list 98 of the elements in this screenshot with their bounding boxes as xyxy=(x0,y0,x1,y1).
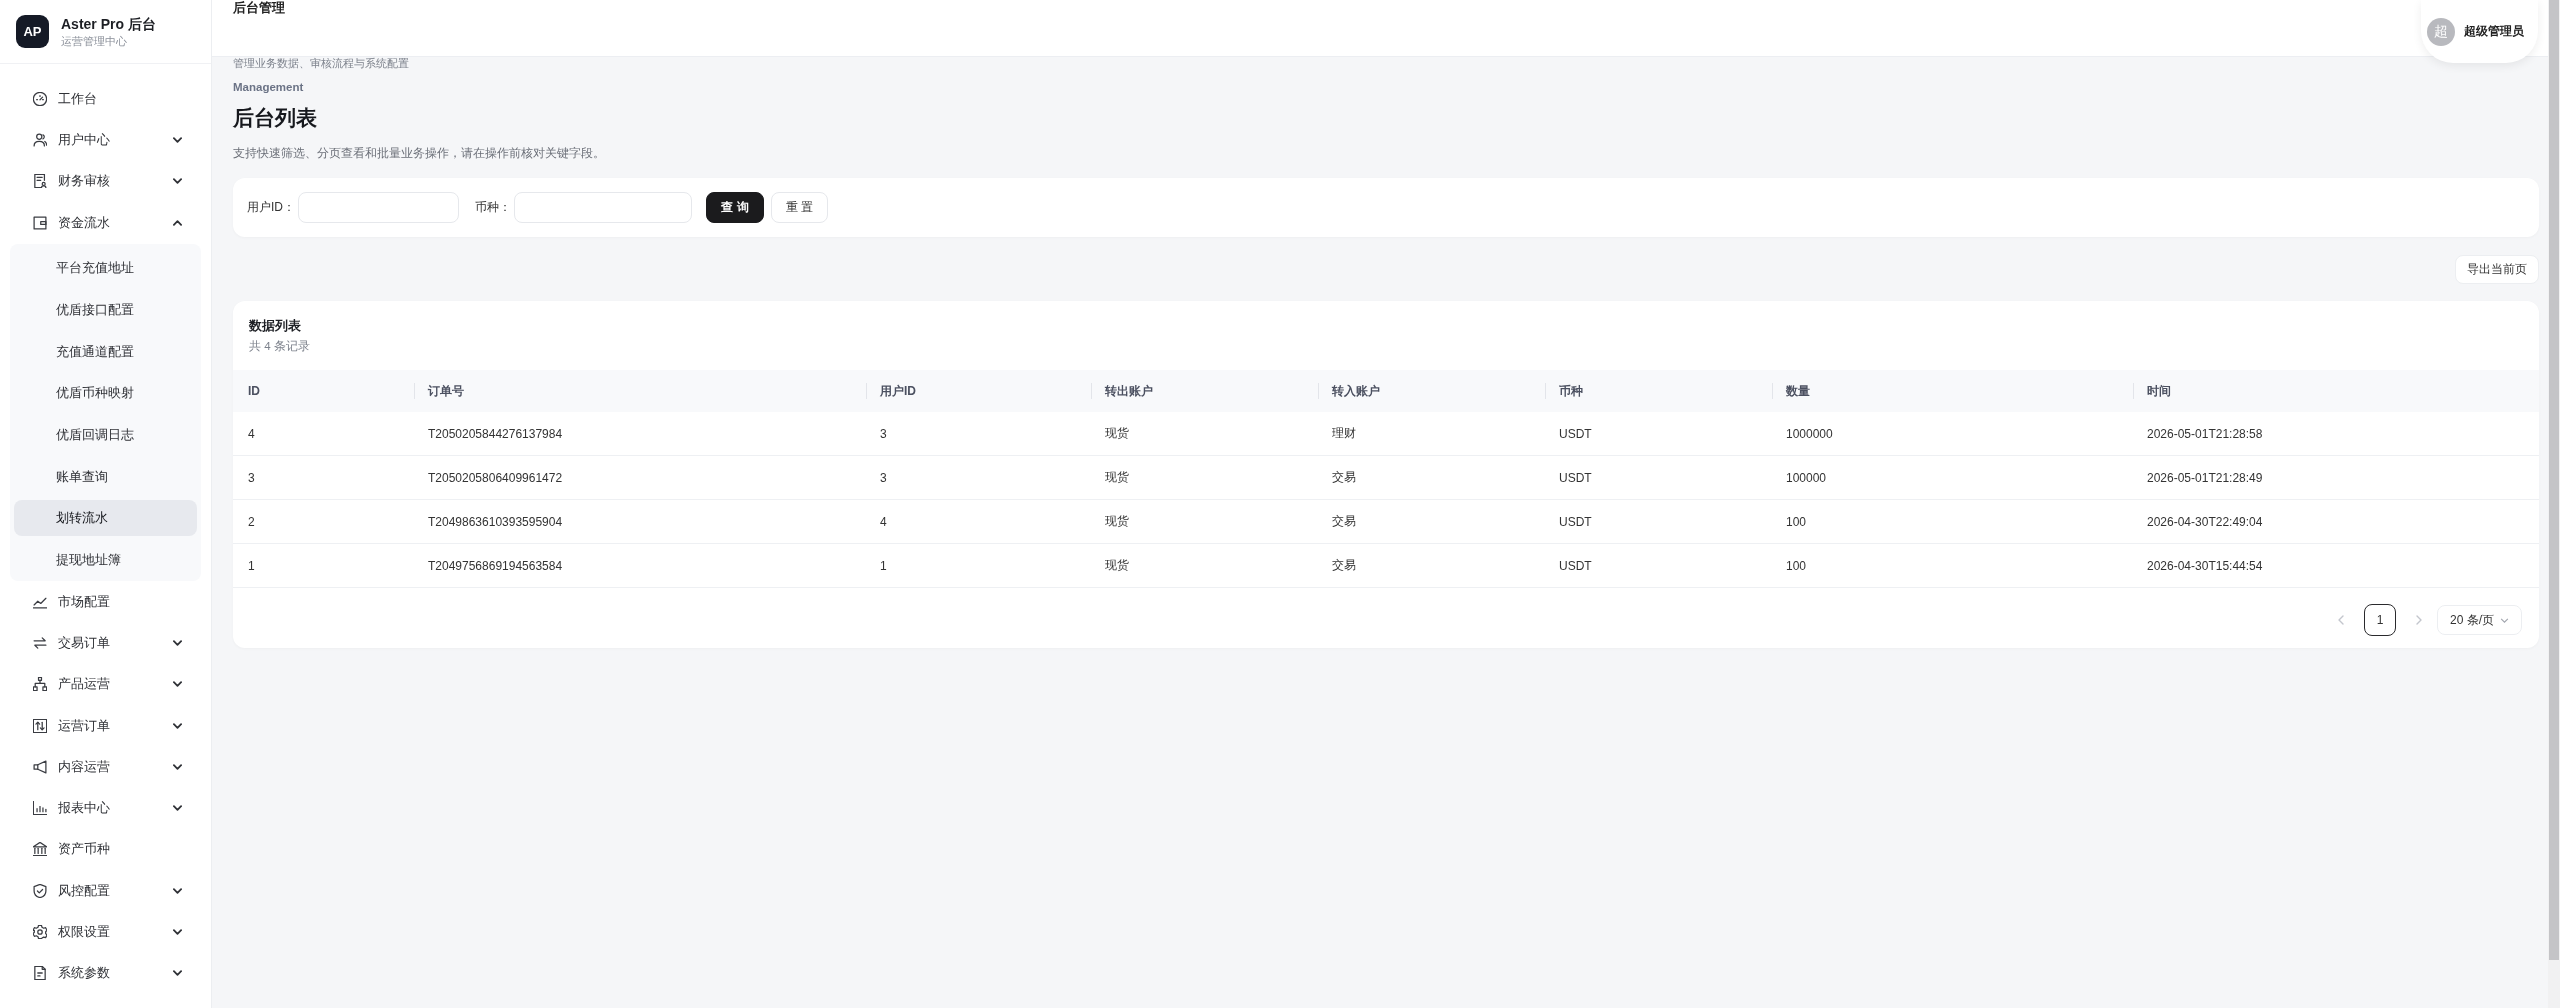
menu-item[interactable]: 权限设置 xyxy=(14,911,197,953)
table-cell: T2050205844276137984 xyxy=(428,426,563,441)
chevron-down-icon xyxy=(2500,617,2509,623)
column-header: ID xyxy=(247,383,261,400)
field-label: 币种： xyxy=(475,199,511,216)
table-cell: USDT xyxy=(1559,470,1592,485)
scrollbar-thumb[interactable] xyxy=(2549,0,2559,960)
table-cell: USDT xyxy=(1559,514,1592,529)
menu-item[interactable]: 系统参数 xyxy=(14,952,197,994)
search-button[interactable]: 查 询 xyxy=(706,192,764,223)
export-button[interactable]: 导出当前页 xyxy=(2455,255,2539,284)
gauge-icon xyxy=(33,91,47,106)
header-title: 后台管理 xyxy=(233,0,286,16)
menu-item[interactable]: 财务审核 xyxy=(14,160,197,202)
table-cell: T2049863610393595904 xyxy=(428,514,563,529)
submenu-item[interactable]: 充值通道配置 xyxy=(14,333,197,370)
table-cell: 3 xyxy=(880,426,887,441)
wallet-icon xyxy=(33,215,47,230)
table-cell: 3 xyxy=(248,470,255,485)
table-cell: 理财 xyxy=(1332,426,1356,440)
column-header: 时间 xyxy=(2133,370,2539,412)
menu-item[interactable]: 风控配置 xyxy=(14,870,197,912)
table-title: 数据列表 xyxy=(249,318,302,334)
column-header: 币种 xyxy=(1545,370,1772,412)
page-size-select[interactable]: 20 条/页 xyxy=(2437,605,2522,635)
input-field[interactable] xyxy=(298,192,459,223)
reset-button[interactable]: 重 置 xyxy=(771,192,828,223)
submenu-item[interactable]: 平台充值地址 xyxy=(14,250,197,287)
field-label: 用户ID： xyxy=(247,199,295,216)
table-cell: 现货 xyxy=(1105,558,1129,572)
table-cell: 2026-05-01T21:28:49 xyxy=(2147,470,2263,485)
table-cell: T2049756869194563584 xyxy=(428,558,563,573)
table-cell: 1 xyxy=(880,558,887,573)
megaphone-icon xyxy=(33,759,47,774)
submenu-item[interactable]: 优盾币种映射 xyxy=(14,375,197,412)
submenu-item[interactable]: 优盾接口配置 xyxy=(14,291,197,328)
table-cell: 100 xyxy=(1786,558,1807,573)
user-icon xyxy=(33,132,47,147)
submenu-item[interactable]: 账单查询 xyxy=(14,458,197,495)
table-cell: USDT xyxy=(1559,426,1592,441)
table-cell: 2026-05-01T21:28:58 xyxy=(2147,426,2263,441)
brand-title: Aster Pro 后台 xyxy=(61,14,156,33)
table-cell: 现货 xyxy=(1105,426,1129,440)
menu-item[interactable]: 产品运营 xyxy=(14,663,197,705)
logo-tile: AP xyxy=(16,15,49,48)
bank-icon xyxy=(33,842,47,857)
settings-icon xyxy=(33,925,47,939)
menu-item[interactable]: 工作台 xyxy=(14,78,197,120)
table-cell: T2050205806409961472 xyxy=(428,470,563,485)
input-field[interactable] xyxy=(514,192,692,223)
menu-item[interactable]: 内容运营 xyxy=(14,746,197,788)
menu-item[interactable]: 市场配置 xyxy=(14,581,197,623)
table-cell: 4 xyxy=(248,426,255,441)
column-header: 数量 xyxy=(1772,370,2133,412)
column-header: 转出账户 xyxy=(1091,370,1318,412)
menu-item[interactable]: 资金流水 xyxy=(14,201,197,244)
submenu-item[interactable]: 优盾回调日志 xyxy=(14,416,197,453)
page-title: 后台列表 xyxy=(233,105,318,131)
up-down-arrows-icon xyxy=(33,718,47,733)
table-cell: 交易 xyxy=(1332,558,1356,572)
table-cell: 2026-04-30T15:44:54 xyxy=(2147,558,2263,573)
menu-item[interactable]: 运营订单 xyxy=(14,704,197,747)
user-menu[interactable]: 超 超级管理员 xyxy=(2421,0,2538,63)
brand-subtitle: 运营管理中心 xyxy=(61,33,128,49)
page-subtitle: 管理业务数据、审核流程与系统配置 xyxy=(233,57,410,69)
table-cell: 交易 xyxy=(1332,470,1356,484)
table-cell: 交易 xyxy=(1332,514,1356,528)
column-header: 转入账户 xyxy=(1318,370,1545,412)
column-header: 用户ID xyxy=(866,370,1091,412)
table-cell: 100000 xyxy=(1786,470,1827,485)
menu-item[interactable]: 报表中心 xyxy=(14,787,197,829)
document-icon xyxy=(33,174,47,189)
user-avatar: 超 xyxy=(2427,17,2455,46)
section-eyebrow: Management xyxy=(233,80,305,94)
submenu-item[interactable]: 划转流水 xyxy=(14,500,197,537)
shield-check-icon xyxy=(33,883,47,898)
hierarchy-icon xyxy=(33,677,47,692)
table-cell: 现货 xyxy=(1105,470,1129,484)
page-button[interactable]: 1 xyxy=(2364,604,2396,636)
table-cell: USDT xyxy=(1559,558,1592,573)
menu-item[interactable]: 资产币种 xyxy=(14,828,197,871)
table-cell: 2026-04-30T22:49:04 xyxy=(2147,514,2263,529)
record-count: 共 4 条记录 xyxy=(249,339,311,354)
table-cell: 2 xyxy=(248,514,255,529)
table-cell: 4 xyxy=(880,514,887,529)
menu-item[interactable]: 用户中心 xyxy=(14,119,197,161)
table-cell: 1000000 xyxy=(1786,426,1833,441)
swap-icon xyxy=(33,635,47,650)
table-cell: 1 xyxy=(248,558,255,573)
table-cell: 3 xyxy=(880,470,887,485)
table-cell: 100 xyxy=(1786,514,1807,529)
file-icon xyxy=(33,966,47,981)
submenu-item[interactable]: 提现地址簿 xyxy=(14,542,197,578)
bar-chart-icon xyxy=(33,801,47,816)
column-header: 订单号 xyxy=(414,370,866,412)
page-description: 支持快速筛选、分页查看和批量业务操作，请在操作前核对关键字段。 xyxy=(233,145,606,161)
table-cell: 现货 xyxy=(1105,514,1129,528)
menu-item[interactable]: 交易订单 xyxy=(14,622,197,664)
